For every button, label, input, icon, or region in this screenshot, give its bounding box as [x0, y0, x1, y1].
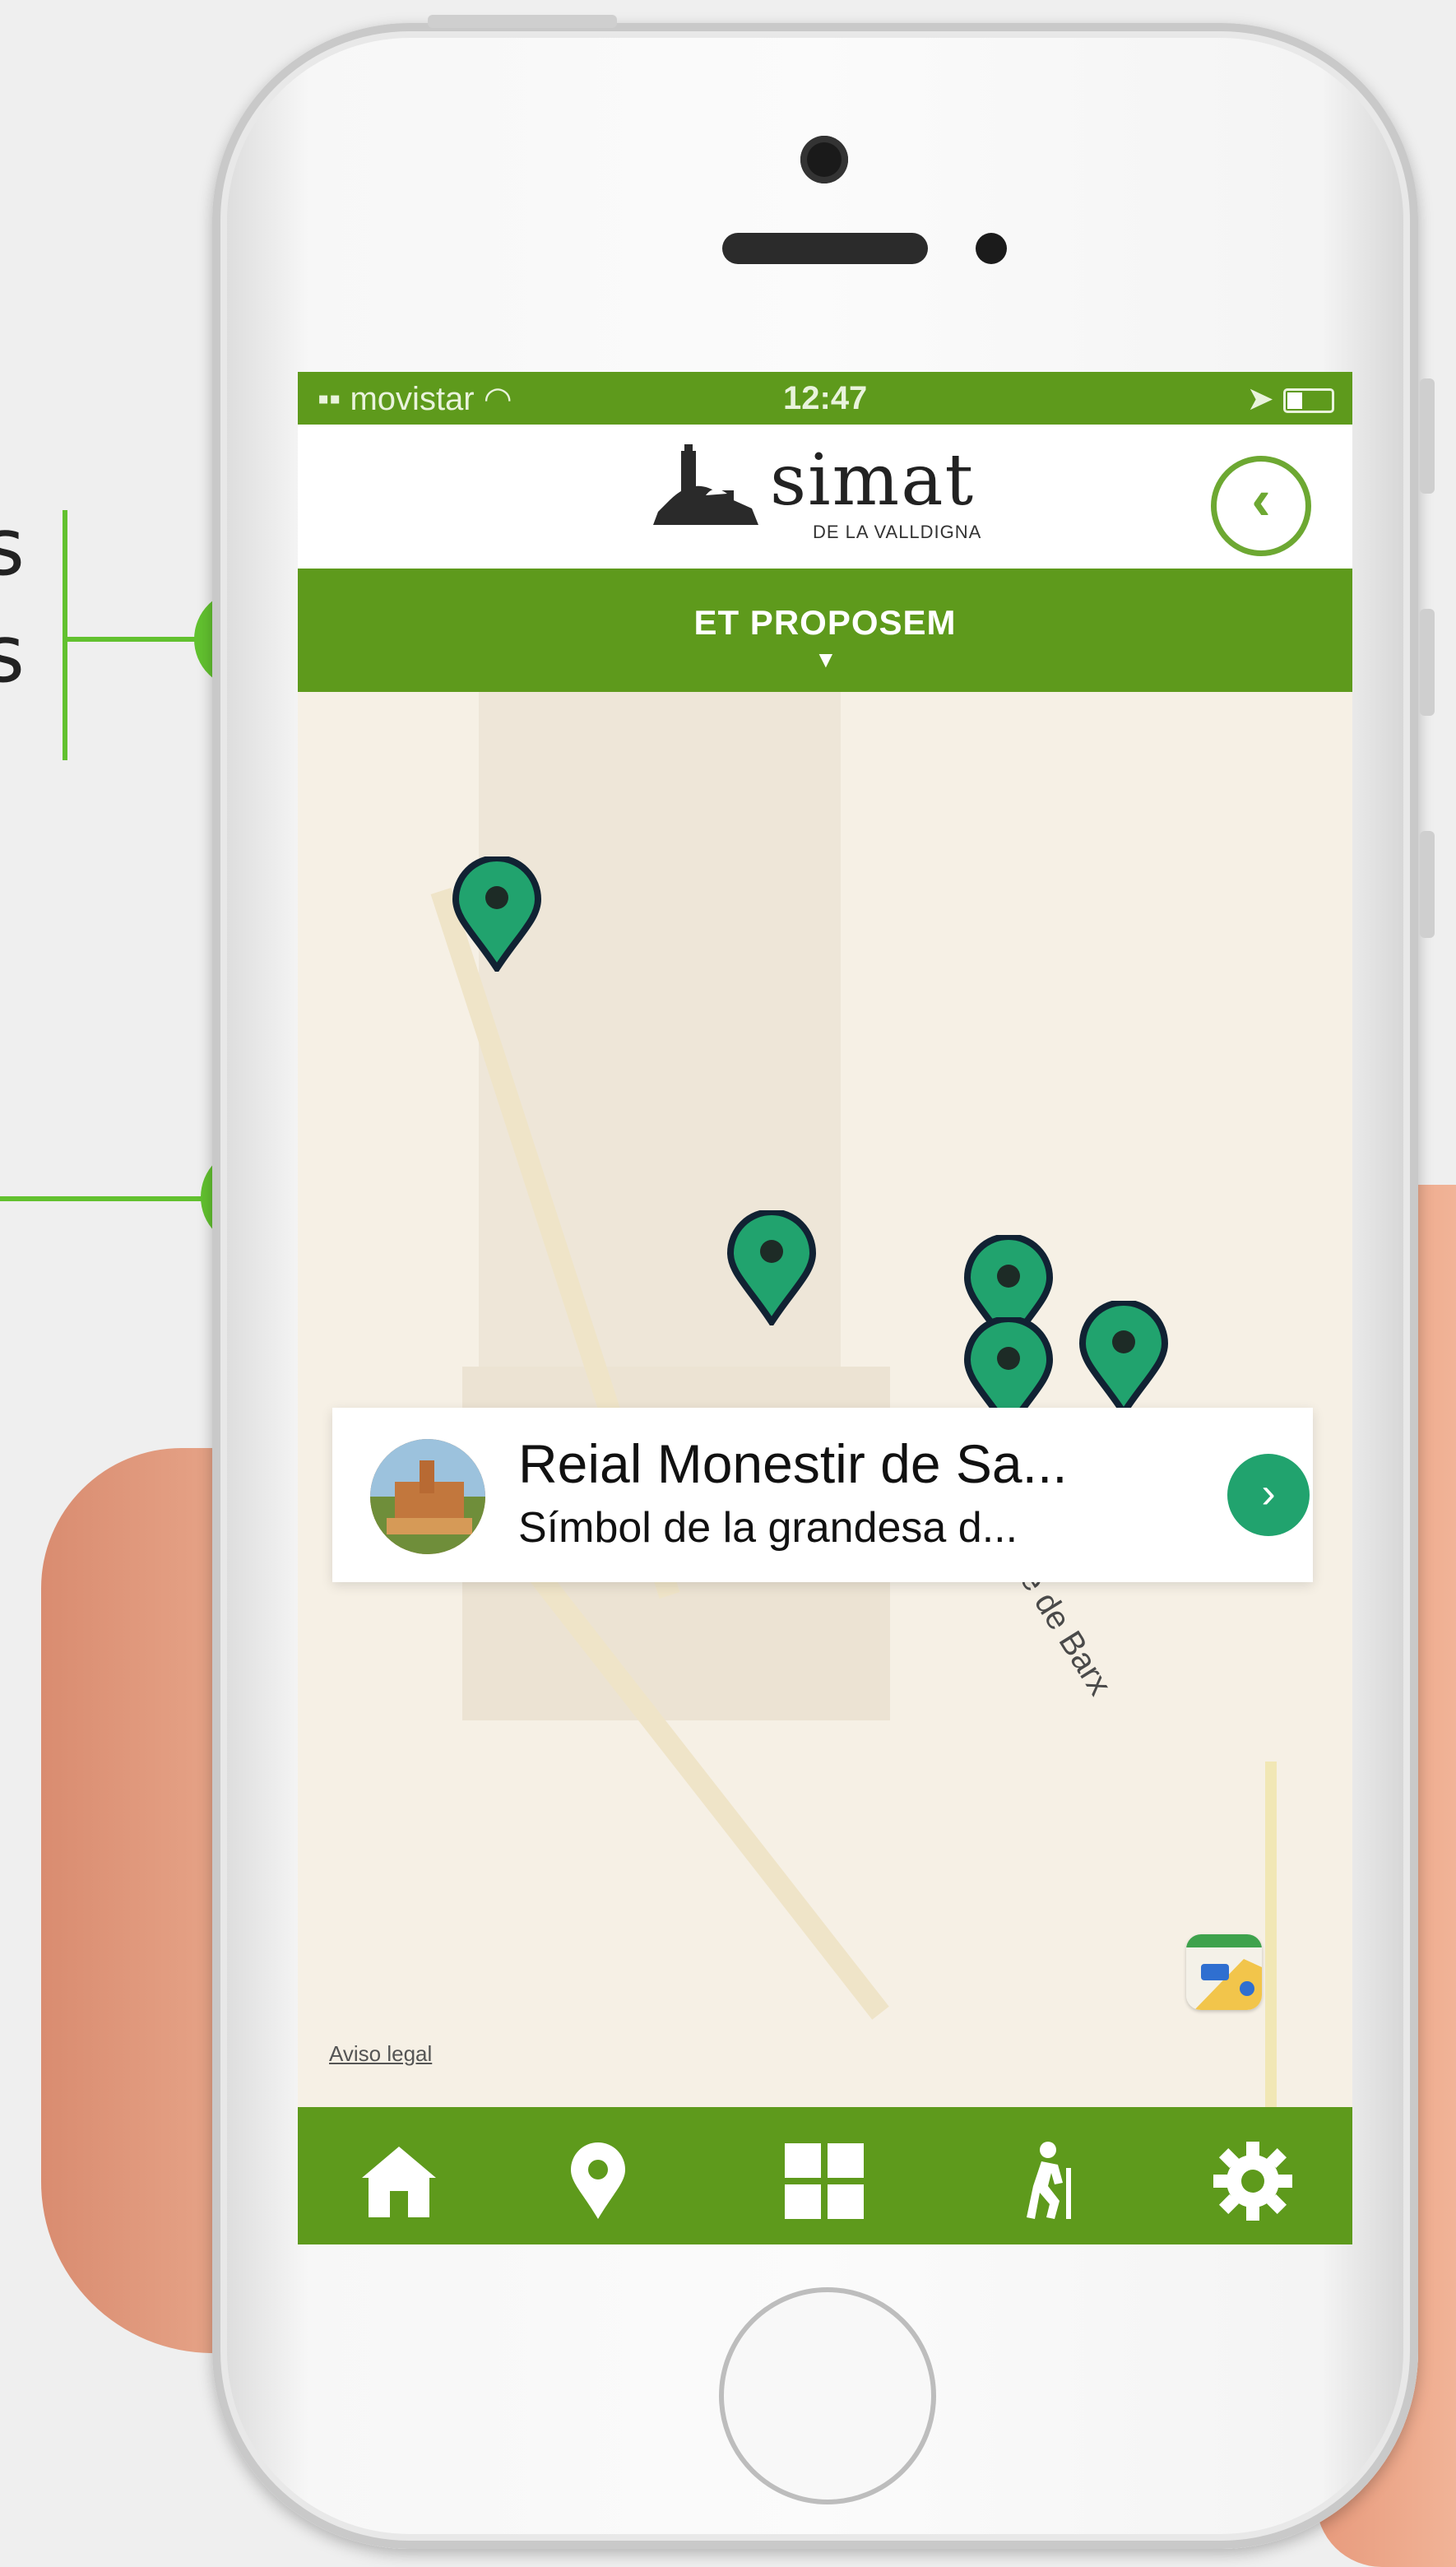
carrier-label: ▪▪ movistar ◠: [318, 381, 512, 417]
phone-side-button: [1420, 831, 1435, 938]
battery-icon: [1283, 388, 1334, 414]
home-icon[interactable]: [354, 2140, 444, 2222]
status-time: 12:47: [783, 380, 868, 416]
poi-callout[interactable]: Reial Monestir de Sa... Símbol de la gra…: [332, 1408, 1313, 1582]
location-pin-icon[interactable]: [553, 2140, 643, 2222]
poi-title: Reial Monestir de Sa...: [518, 1433, 1068, 1494]
app-header: simat DE LA VALLDIGNA ‹: [298, 425, 1352, 569]
status-bar: ▪▪ movistar ◠ 12:47 ➤: [298, 372, 1352, 425]
proximity-sensor: [976, 233, 1007, 264]
app-screen: ▪▪ movistar ◠ 12:47 ➤ simat DE LA VALLDI…: [298, 372, 1352, 2244]
annotation-text-2: s: [0, 608, 26, 700]
map-pin[interactable]: [451, 856, 543, 972]
map-pin[interactable]: [726, 1210, 818, 1325]
gear-icon[interactable]: [1208, 2140, 1298, 2222]
apple-maps-icon[interactable]: [1186, 1934, 1262, 2010]
status-right: ➤: [1246, 380, 1334, 418]
front-camera: [800, 136, 848, 183]
poi-subtitle: Símbol de la grandesa d...: [518, 1504, 1018, 1552]
earpiece-speaker: [722, 233, 928, 264]
tab-bar: [298, 2107, 1352, 2244]
hiking-icon[interactable]: [1005, 2140, 1096, 2222]
phone-side-button: [1420, 378, 1435, 494]
logo-subtitle: DE LA VALLDIGNA: [813, 522, 982, 542]
back-button[interactable]: ‹: [1211, 456, 1311, 556]
home-button[interactable]: [719, 2287, 936, 2504]
chevron-left-icon: ‹: [1251, 467, 1271, 532]
caret-down-icon: ▼: [814, 647, 837, 672]
chevron-right-icon: ›: [1261, 1469, 1276, 1517]
annotation-text-1: s: [0, 501, 26, 593]
location-arrow-icon: ➤: [1246, 381, 1274, 417]
phone-side-button: [1420, 609, 1435, 716]
wifi-icon: ◠: [483, 381, 512, 417]
map-view[interactable]: Calle de Barx Reial Monestir de Sa... Sí…: [298, 692, 1352, 2107]
proposals-label: ET PROPOSEM: [693, 603, 957, 642]
phone-top-button: [428, 15, 617, 28]
annotation-bracket: [63, 510, 67, 760]
grid-icon[interactable]: [780, 2140, 870, 2222]
signal-icon: ▪▪: [318, 381, 341, 417]
logo-wordmark: simat: [770, 439, 976, 522]
poi-thumbnail: [370, 1439, 485, 1554]
monastery-logo-icon: [653, 444, 758, 525]
legal-notice-link[interactable]: Aviso legal: [329, 2041, 432, 2067]
map-road: [1265, 1762, 1277, 2107]
poi-detail-button[interactable]: ›: [1227, 1454, 1310, 1536]
proposals-dropdown[interactable]: ET PROPOSEM ▼: [298, 569, 1352, 692]
map-pin[interactable]: [1078, 1301, 1170, 1416]
